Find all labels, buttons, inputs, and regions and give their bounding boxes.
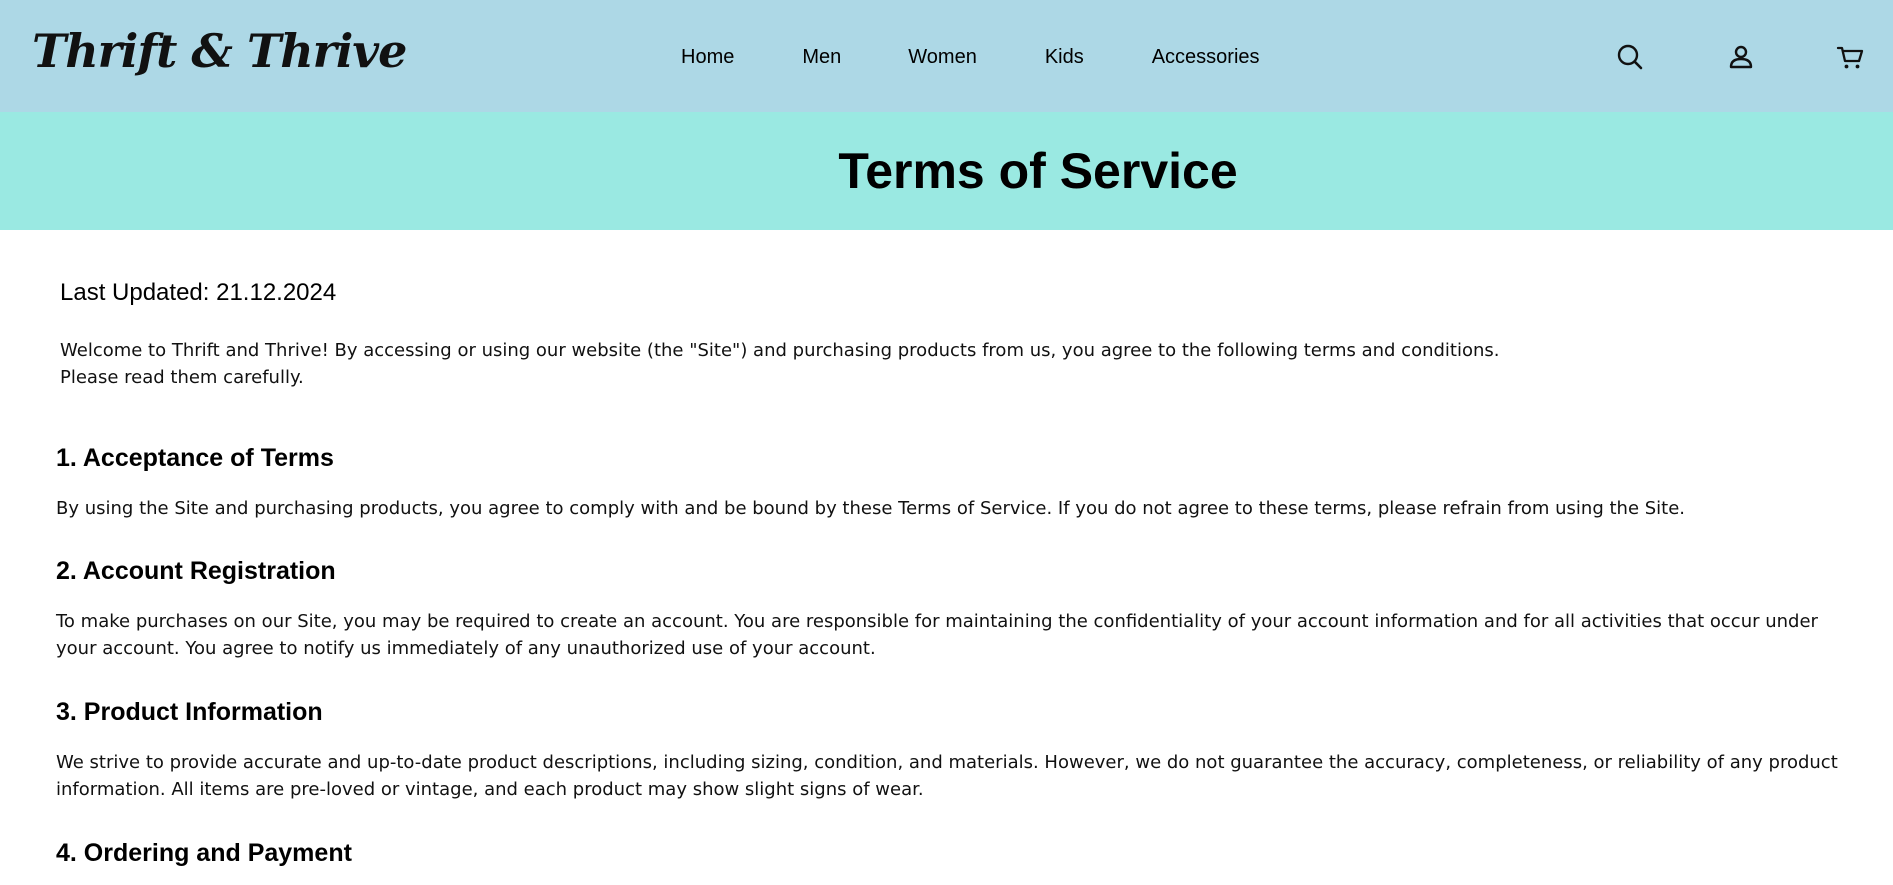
section-heading: 4. Ordering and Payment: [56, 839, 352, 867]
last-updated: Last Updated: 21.12.2024: [60, 279, 337, 306]
nav-accessories[interactable]: Accessories: [1152, 46, 1260, 69]
site-logo[interactable]: Thrift & Thrive: [32, 24, 407, 78]
nav-home[interactable]: Home: [681, 46, 734, 69]
intro-line-1: Welcome to Thrift and Thrive! By accessi…: [60, 340, 1500, 361]
section-body: By using the Site and purchasing product…: [56, 498, 1686, 519]
intro-text: Welcome to Thrift and Thrive! By accessi…: [60, 337, 1660, 391]
user-icon[interactable]: [1726, 42, 1756, 72]
section-heading: 2. Account Registration: [56, 557, 336, 585]
section-body: To make purchases on our Site, you may b…: [56, 611, 1818, 659]
nav-kids[interactable]: Kids: [1045, 46, 1084, 69]
intro-line-2: Please read them carefully.: [60, 367, 304, 388]
terms-content: Last Updated: 21.12.2024 Welcome to Thri…: [0, 230, 1893, 885]
section-heading: 3. Product Information: [56, 698, 323, 726]
section-body: We strive to provide accurate and up-to-…: [56, 752, 1838, 800]
page-title: Terms of Service: [838, 143, 1238, 199]
cart-icon[interactable]: [1835, 42, 1865, 72]
nav-women[interactable]: Women: [908, 46, 977, 69]
main-nav: Home Men Women Kids Accessories: [681, 46, 1260, 69]
section-heading: 1. Acceptance of Terms: [56, 444, 334, 472]
site-header: Thrift & Thrive Home Men Women Kids Acce…: [0, 0, 1893, 112]
nav-men[interactable]: Men: [802, 46, 841, 69]
search-icon[interactable]: [1615, 42, 1645, 72]
